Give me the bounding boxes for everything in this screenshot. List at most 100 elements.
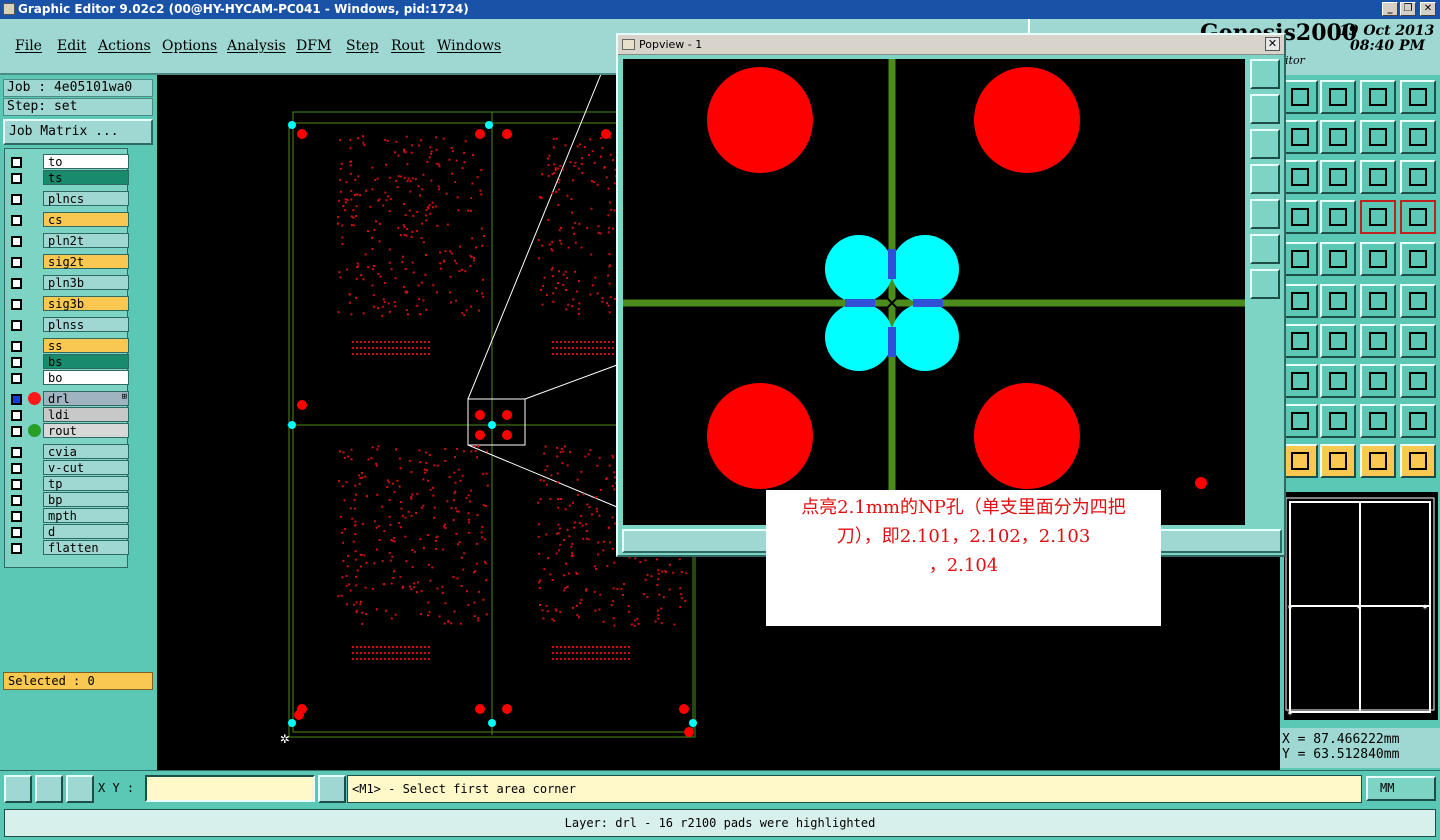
layer-row-plncs[interactable]: plncs bbox=[7, 191, 129, 207]
menu-windows[interactable]: Windows bbox=[437, 38, 501, 54]
layer-name[interactable]: ts bbox=[43, 170, 129, 185]
split-tool[interactable] bbox=[1400, 80, 1436, 114]
alert-button[interactable] bbox=[318, 775, 346, 803]
layer-row-pln2t[interactable]: pln2t bbox=[7, 233, 129, 249]
layer-checkbox[interactable] bbox=[11, 495, 22, 506]
popview-zoom-tool[interactable] bbox=[1250, 59, 1280, 89]
popview-tool-4[interactable] bbox=[1250, 164, 1280, 194]
layer-row-ss[interactable]: ss bbox=[7, 338, 129, 354]
menu-step[interactable]: Step bbox=[346, 38, 378, 54]
center-tool[interactable] bbox=[1320, 160, 1356, 194]
help-tool[interactable] bbox=[1400, 160, 1436, 194]
layer-name[interactable]: sig2t bbox=[43, 254, 129, 269]
ratio-tool[interactable] bbox=[1360, 160, 1396, 194]
popview-tool-7[interactable] bbox=[1250, 269, 1280, 299]
grid-button[interactable] bbox=[66, 775, 94, 803]
layer-row-rout[interactable]: rout bbox=[7, 423, 129, 439]
pan-tool[interactable] bbox=[1282, 120, 1318, 154]
units-select[interactable]: MM bbox=[1366, 776, 1436, 801]
layer-row-plnss[interactable]: plnss bbox=[7, 317, 129, 333]
layer-name[interactable]: bs bbox=[43, 354, 129, 369]
layer-name[interactable]: pln3b bbox=[43, 275, 129, 290]
layer-row-v-cut[interactable]: v-cut bbox=[7, 460, 129, 476]
layer-checkbox[interactable] bbox=[11, 426, 22, 437]
overview-map[interactable]: ✶ ✶ ✶ ✶ bbox=[1282, 490, 1440, 722]
popview-title-bar[interactable]: Popview - 1 ✕ bbox=[618, 35, 1284, 55]
minimize-button[interactable]: _ bbox=[1382, 2, 1398, 16]
slash-tool[interactable] bbox=[1320, 324, 1356, 358]
layer-checkbox[interactable] bbox=[11, 194, 22, 205]
layer-checkbox[interactable] bbox=[11, 299, 22, 310]
pad-add-tool[interactable] bbox=[1282, 364, 1318, 398]
measure-tool[interactable] bbox=[1282, 200, 1318, 234]
layer-name[interactable]: d bbox=[43, 524, 129, 539]
layer-name[interactable]: mpth bbox=[43, 508, 129, 523]
layer-row-flatten[interactable]: flatten bbox=[7, 540, 129, 556]
layer-row-d[interactable]: d bbox=[7, 524, 129, 540]
popview-close-button[interactable]: ✕ bbox=[1265, 37, 1280, 51]
grid-tool[interactable] bbox=[1320, 200, 1356, 234]
layer-checkbox[interactable] bbox=[11, 215, 22, 226]
layer-row-sig3b[interactable]: sig3b bbox=[7, 296, 129, 312]
layer-row-pln3b[interactable]: pln3b bbox=[7, 275, 129, 291]
layer-name[interactable]: drl bbox=[43, 391, 129, 406]
layer-checkbox[interactable] bbox=[11, 410, 22, 421]
layer-row-cs[interactable]: cs bbox=[7, 212, 129, 228]
menu-options[interactable]: Options bbox=[162, 38, 217, 54]
layer-row-bo[interactable]: bo bbox=[7, 370, 129, 386]
layer-row-ldi[interactable]: ldi bbox=[7, 407, 129, 423]
vector-2-tool[interactable] bbox=[1400, 284, 1436, 318]
angle-button[interactable] bbox=[35, 775, 63, 803]
layer-checkbox[interactable] bbox=[11, 357, 22, 368]
layer-row-tp[interactable]: tp bbox=[7, 476, 129, 492]
arc-2-tool[interactable] bbox=[1320, 404, 1356, 438]
layer-checkbox[interactable] bbox=[11, 394, 22, 405]
layer-checkbox[interactable] bbox=[11, 157, 22, 168]
layer-row-mpth[interactable]: mpth bbox=[7, 508, 129, 524]
layer-row-ts[interactable]: ts bbox=[7, 170, 129, 186]
layer-name[interactable]: cs bbox=[43, 212, 129, 227]
rotate-tool[interactable] bbox=[1360, 324, 1396, 358]
layer-checkbox[interactable] bbox=[11, 320, 22, 331]
pad-tool[interactable] bbox=[1282, 242, 1318, 276]
layer-checkbox[interactable] bbox=[11, 479, 22, 490]
layer-name[interactable]: to bbox=[43, 154, 129, 169]
select-3-tool[interactable] bbox=[1360, 444, 1396, 478]
maximize-button[interactable]: ❐ bbox=[1400, 2, 1416, 16]
layer-name[interactable]: flatten bbox=[43, 540, 129, 555]
drill-check-tool[interactable] bbox=[1400, 200, 1436, 234]
paste-tool[interactable] bbox=[1320, 120, 1356, 154]
ruler-tool[interactable] bbox=[1360, 242, 1396, 276]
popview-tool-5[interactable] bbox=[1250, 199, 1280, 229]
menu-rout[interactable]: Rout bbox=[391, 38, 425, 54]
xy-input[interactable] bbox=[145, 775, 315, 802]
copy-tool[interactable] bbox=[1320, 80, 1356, 114]
layer-checkbox[interactable] bbox=[11, 173, 22, 184]
menu-dfm[interactable]: DFM bbox=[296, 38, 331, 54]
layer-checkbox[interactable] bbox=[11, 257, 22, 268]
layer-name[interactable]: cvia bbox=[43, 444, 129, 459]
layer-name[interactable]: plncs bbox=[43, 191, 129, 206]
layer-name[interactable]: v-cut bbox=[43, 460, 129, 475]
layer-name[interactable]: plnss bbox=[43, 317, 129, 332]
layer-checkbox[interactable] bbox=[11, 373, 22, 384]
layer-checkbox[interactable] bbox=[11, 527, 22, 538]
close-button[interactable]: ✕ bbox=[1420, 2, 1436, 16]
home-tool[interactable] bbox=[1360, 80, 1396, 114]
menu-file[interactable]: File bbox=[15, 38, 42, 54]
layer-row-bp[interactable]: bp bbox=[7, 492, 129, 508]
layer-name[interactable]: bp bbox=[43, 492, 129, 507]
layer-checkbox[interactable] bbox=[11, 463, 22, 474]
layer-tool[interactable] bbox=[1320, 242, 1356, 276]
select-box-tool[interactable] bbox=[1320, 444, 1356, 478]
popview-tool-6[interactable] bbox=[1250, 234, 1280, 264]
popview-canvas[interactable] bbox=[623, 59, 1245, 525]
layer-checkbox[interactable] bbox=[11, 236, 22, 247]
stop-tool[interactable] bbox=[1400, 242, 1436, 276]
split-line-tool[interactable] bbox=[1400, 324, 1436, 358]
select-net-tool[interactable] bbox=[1400, 444, 1436, 478]
select-tool[interactable] bbox=[1282, 444, 1318, 478]
menu-actions[interactable]: Actions bbox=[98, 38, 151, 54]
mirror-tool[interactable] bbox=[1360, 120, 1396, 154]
layer-row-sig2t[interactable]: sig2t bbox=[7, 254, 129, 270]
